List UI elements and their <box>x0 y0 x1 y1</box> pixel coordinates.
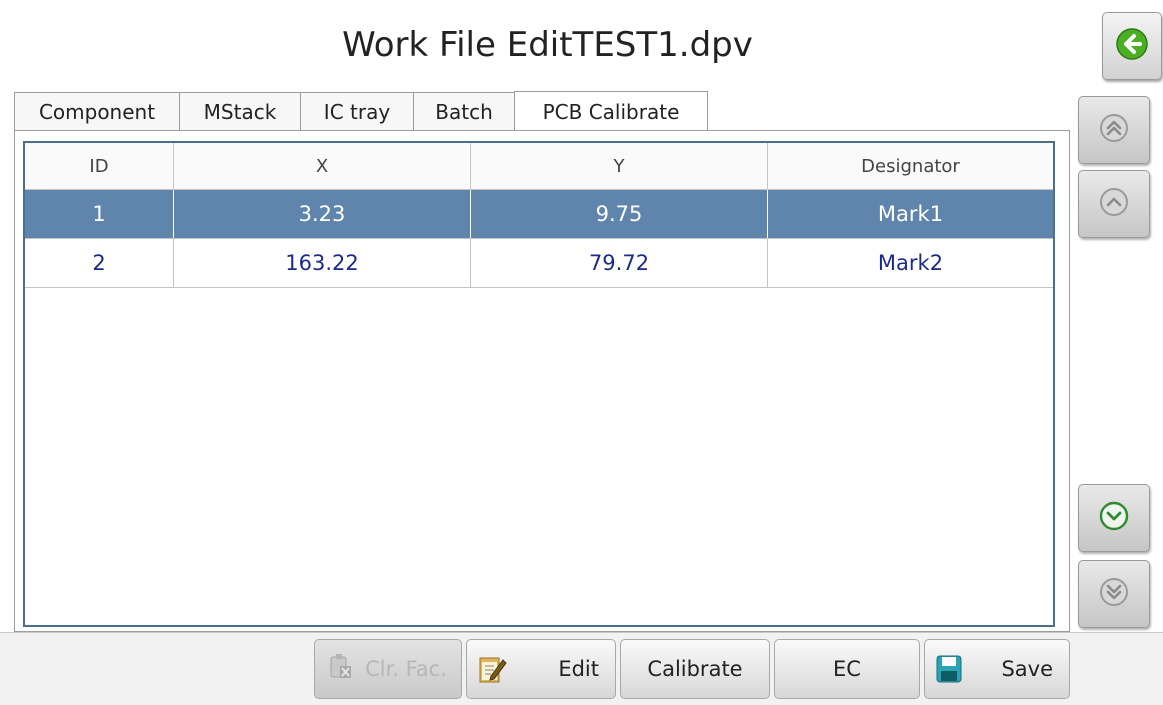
tab-mstack[interactable]: MStack <box>179 92 301 130</box>
chevron-up-icon <box>1099 187 1129 221</box>
clear-factory-button[interactable]: Clr. Fac. <box>314 639 462 699</box>
clipboard-clear-icon <box>329 653 353 686</box>
calibrate-button[interactable]: Calibrate <box>620 639 770 699</box>
double-chevron-down-icon <box>1099 577 1129 611</box>
ec-button[interactable]: EC <box>774 639 920 699</box>
cell-y: 79.72 <box>471 239 768 287</box>
column-header-y[interactable]: Y <box>471 143 768 189</box>
page-up-button[interactable] <box>1078 170 1150 238</box>
back-button[interactable] <box>1102 12 1162 80</box>
save-button[interactable]: Save <box>924 639 1070 699</box>
column-header-designator[interactable]: Designator <box>768 143 1053 189</box>
action-bar: Clr. Fac. Edit Calibrate EC Save <box>0 632 1163 705</box>
cell-x: 163.22 <box>174 239 471 287</box>
edit-button[interactable]: Edit <box>466 639 616 699</box>
page-title: Work File EditTEST1.dpv <box>342 25 753 65</box>
edit-label: Edit <box>558 657 599 681</box>
page-down-button[interactable] <box>1078 484 1150 552</box>
cell-designator: Mark1 <box>877 202 944 226</box>
ec-label: EC <box>833 657 861 681</box>
calibrate-label: Calibrate <box>647 657 743 681</box>
chevron-down-icon <box>1099 501 1129 535</box>
page-top-button[interactable] <box>1078 96 1150 164</box>
tab-label: MStack <box>203 99 277 124</box>
cell-x: 3.23 <box>174 190 471 238</box>
page-bottom-button[interactable] <box>1078 560 1150 628</box>
cell-id: 1 <box>25 190 174 238</box>
tab-component[interactable]: Component <box>14 92 180 130</box>
double-chevron-up-icon <box>1099 113 1129 147</box>
tab-ic-tray[interactable]: IC tray <box>300 92 414 130</box>
tab-strip: Component MStack IC tray Batch PCB Calib… <box>14 91 1070 131</box>
notepad-edit-icon <box>477 654 507 691</box>
clear-factory-label: Clr. Fac. <box>365 657 447 681</box>
tab-label: Batch <box>435 99 493 124</box>
table-row[interactable]: 1 3.23 9.75 Mark1 <box>25 190 1053 239</box>
calibration-table: ID X Y Designator 1 3.23 9.75 Mark1 2 16… <box>23 141 1055 627</box>
cell-designator: Mark2 <box>877 251 944 275</box>
table-header: ID X Y Designator <box>25 143 1053 190</box>
column-header-x[interactable]: X <box>174 143 471 189</box>
tab-panel: ID X Y Designator 1 3.23 9.75 Mark1 2 16… <box>14 130 1070 632</box>
title-bar: Work File EditTEST1.dpv <box>0 0 1095 90</box>
cell-id: 2 <box>25 239 174 287</box>
tab-label: Component <box>38 99 156 124</box>
back-arrow-icon <box>1115 27 1149 65</box>
tab-label: PCB Calibrate <box>542 99 680 124</box>
floppy-disk-icon <box>935 654 963 689</box>
cell-y: 9.75 <box>471 190 768 238</box>
tab-label: IC tray <box>323 99 391 124</box>
table-row[interactable]: 2 163.22 79.72 Mark2 <box>25 239 1053 288</box>
column-header-id[interactable]: ID <box>25 143 174 189</box>
tab-batch[interactable]: Batch <box>413 92 515 130</box>
save-label: Save <box>1001 657 1053 681</box>
tab-pcb-calibrate[interactable]: PCB Calibrate <box>514 91 708 131</box>
